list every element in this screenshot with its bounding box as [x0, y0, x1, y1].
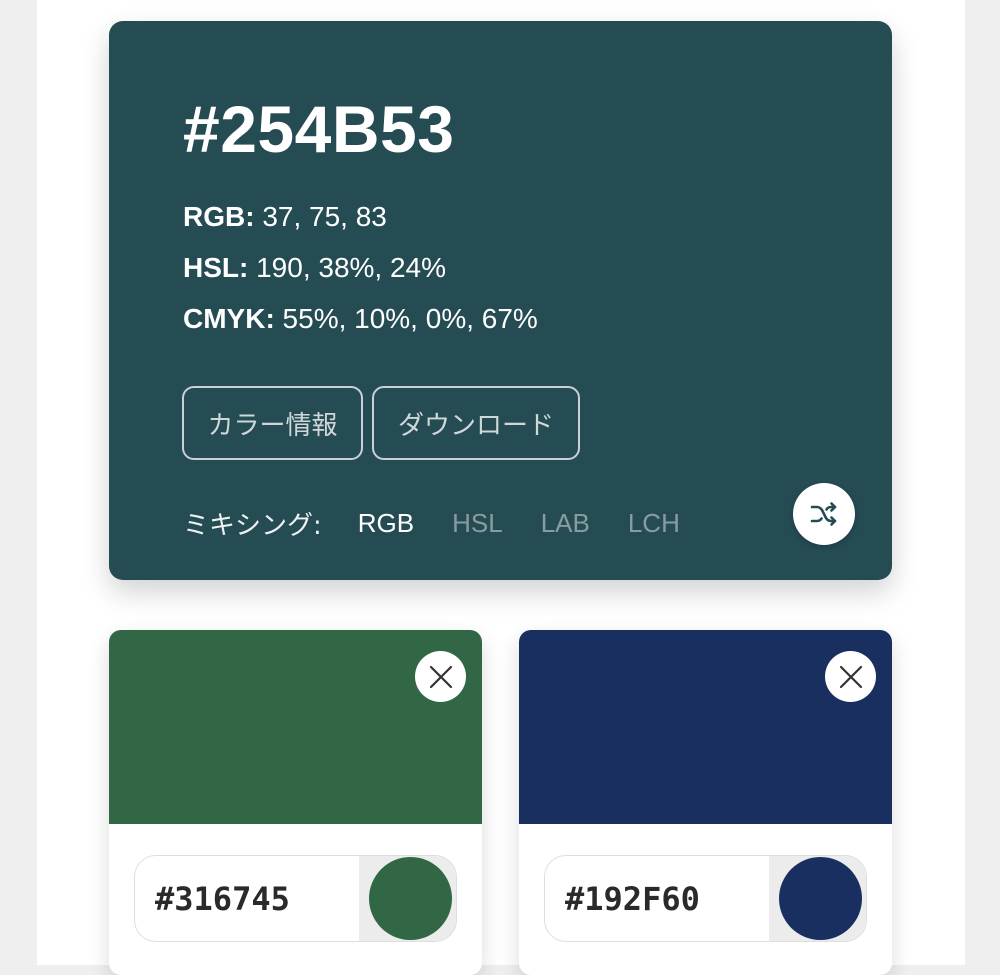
download-button[interactable]: ダウンロード: [372, 386, 580, 460]
mixing-label: ミキシング:: [183, 510, 322, 541]
rgb-line: RGB: 37, 75, 83: [183, 199, 387, 235]
close-icon: [429, 665, 452, 688]
color-picker-button[interactable]: [779, 857, 862, 940]
hsl-label: HSL:: [183, 252, 249, 283]
cmyk-value: 55%, 10%, 0%, 67%: [274, 303, 538, 334]
color-picker-area: [769, 856, 866, 941]
hex-input[interactable]: [545, 856, 771, 941]
mixing-option-lab[interactable]: LAB: [541, 508, 590, 539]
main-color-card: #254B53 RGB: 37, 75, 83 HSL: 190, 38%, 2…: [109, 21, 892, 580]
remove-color-button[interactable]: [415, 651, 466, 702]
rgb-label: RGB:: [183, 201, 255, 232]
hex-input-group: [544, 855, 867, 942]
hsl-line: HSL: 190, 38%, 24%: [183, 250, 446, 286]
remove-color-button[interactable]: [825, 651, 876, 702]
hex-input-group: [134, 855, 457, 942]
mixing-option-lch[interactable]: LCH: [628, 508, 680, 539]
rgb-value: 37, 75, 83: [254, 201, 387, 232]
color-picker-area: [359, 856, 456, 941]
main-hex-title: #254B53: [183, 92, 455, 166]
color-picker-button[interactable]: [369, 857, 452, 940]
mixing-option-rgb[interactable]: RGB: [358, 508, 414, 539]
mixing-row: ミキシング: RGB HSL LAB LCH: [183, 503, 718, 543]
cmyk-line: CMYK: 55%, 10%, 0%, 67%: [183, 301, 538, 337]
swatch-card-1: [109, 630, 482, 975]
color-info-button[interactable]: カラー情報: [182, 386, 363, 460]
shuffle-icon: [810, 502, 837, 526]
swatch-card-2: [519, 630, 892, 975]
close-icon: [839, 665, 862, 688]
hex-input[interactable]: [135, 856, 361, 941]
shuffle-button[interactable]: [793, 483, 855, 545]
cmyk-label: CMYK:: [183, 303, 275, 334]
hsl-value: 190, 38%, 24%: [248, 252, 447, 283]
mixing-option-hsl[interactable]: HSL: [452, 508, 503, 539]
